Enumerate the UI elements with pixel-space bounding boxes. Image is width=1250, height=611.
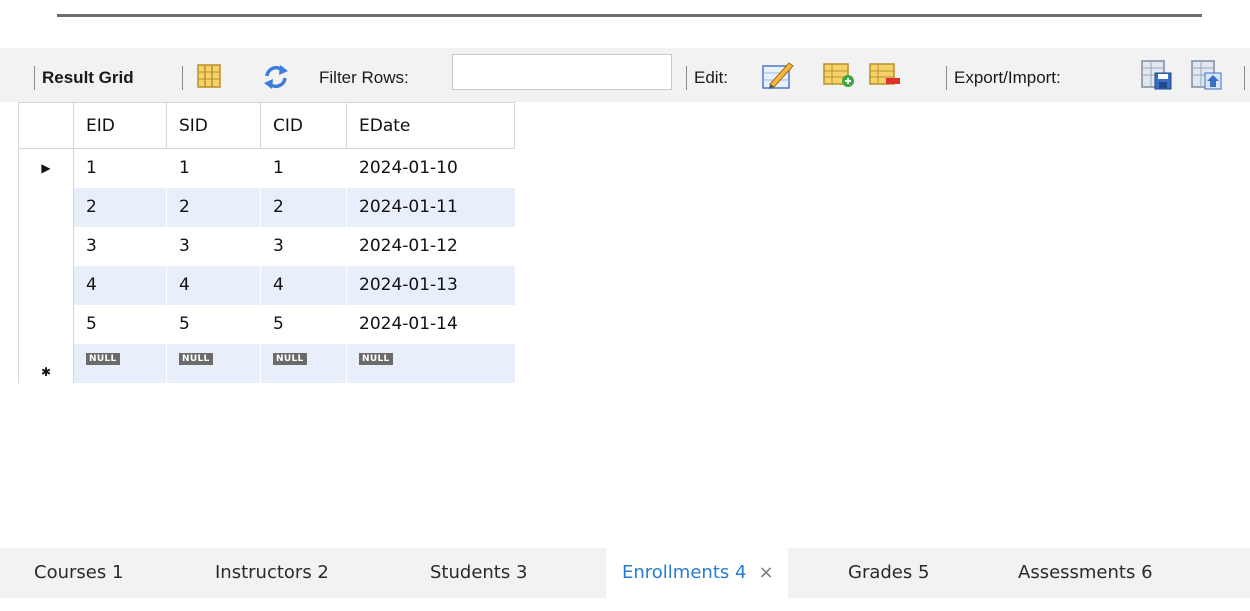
cell-eid[interactable]: 2 (73, 187, 167, 227)
result-tab-bar: Courses 1 Instructors 2 Students 3 Enrol… (0, 548, 1250, 598)
null-badge: NULL (273, 352, 307, 365)
import-icon[interactable] (1190, 58, 1224, 92)
cell-sid[interactable]: 2 (166, 187, 261, 227)
export-import-label: Export/Import: (954, 68, 1061, 87)
export-icon[interactable] (1140, 58, 1174, 92)
new-row[interactable]: ✱ NULL NULL NULL NULL (18, 343, 515, 383)
column-header-eid[interactable]: EID (73, 102, 167, 149)
new-row-asterisk-icon[interactable]: ✱ (18, 343, 74, 383)
top-strip (0, 0, 1250, 48)
toolbar-separator (34, 66, 35, 90)
close-icon[interactable]: × (758, 562, 773, 583)
cell-edate[interactable]: NULL (346, 343, 515, 383)
null-badge: NULL (179, 352, 213, 365)
toolbar-separator (686, 66, 687, 90)
filter-rows-input[interactable] (452, 54, 672, 90)
cell-eid[interactable]: 5 (73, 304, 167, 344)
cell-edate[interactable]: 2024-01-11 (346, 187, 515, 227)
null-badge: NULL (86, 352, 120, 365)
cell-eid[interactable]: 4 (73, 265, 167, 305)
toolbar-separator (1244, 66, 1245, 90)
cell-edate[interactable]: 2024-01-13 (346, 265, 515, 305)
row-selector[interactable] (18, 226, 74, 266)
tab-label: Assessments 6 (1018, 562, 1153, 583)
tab-label: Courses 1 (34, 562, 124, 583)
table-row[interactable]: 3 3 3 2024-01-12 (18, 226, 515, 266)
grid-layout-icon[interactable] (195, 62, 223, 90)
tab-grades[interactable]: Grades 5 (848, 548, 929, 598)
tab-students[interactable]: Students 3 (430, 548, 527, 598)
cell-sid[interactable]: NULL (166, 343, 261, 383)
row-selector[interactable] (18, 304, 74, 344)
column-header-cid[interactable]: CID (260, 102, 347, 149)
tab-label: Enrollments 4 (622, 562, 747, 583)
cell-cid[interactable]: 4 (260, 265, 347, 305)
result-toolbar: Result Grid Filter Rows: Edit: Export/Im… (0, 48, 1250, 102)
cell-sid[interactable]: 4 (166, 265, 261, 305)
filter-rows-label: Filter Rows: (319, 68, 409, 87)
row-selector[interactable] (18, 187, 74, 227)
current-row-arrow-icon[interactable]: ▶ (18, 148, 74, 188)
cell-cid[interactable]: 3 (260, 226, 347, 266)
table-row[interactable]: 4 4 4 2024-01-13 (18, 265, 515, 305)
add-row-icon[interactable] (822, 60, 856, 90)
tab-label: Students 3 (430, 562, 528, 583)
result-grid: EID SID CID EDate ▶ 1 1 1 2024-01-10 2 2… (18, 102, 515, 383)
tab-enrollments[interactable]: Enrollments 4 × (606, 548, 788, 598)
refresh-icon[interactable] (262, 64, 290, 90)
cell-edate[interactable]: 2024-01-14 (346, 304, 515, 344)
row-header-corner[interactable] (18, 102, 74, 149)
column-header-sid[interactable]: SID (166, 102, 261, 149)
toolbar-separator (182, 66, 183, 90)
cell-eid[interactable]: 1 (73, 148, 167, 188)
result-grid-label[interactable]: Result Grid (42, 68, 134, 88)
toolbar-separator (946, 66, 947, 90)
cell-eid[interactable]: 3 (73, 226, 167, 266)
header-row: EID SID CID EDate (18, 102, 515, 149)
edit-pencil-icon[interactable] (760, 58, 796, 92)
table-row[interactable]: ▶ 1 1 1 2024-01-10 (18, 148, 515, 188)
cell-sid[interactable]: 1 (166, 148, 261, 188)
cell-cid[interactable]: 1 (260, 148, 347, 188)
cell-cid[interactable]: 5 (260, 304, 347, 344)
tab-instructors[interactable]: Instructors 2 (215, 548, 329, 598)
column-header-edate[interactable]: EDate (346, 102, 515, 149)
null-badge: NULL (359, 352, 393, 365)
cell-cid[interactable]: 2 (260, 187, 347, 227)
splitter-bar[interactable] (57, 14, 1202, 17)
cell-edate[interactable]: 2024-01-12 (346, 226, 515, 266)
row-selector[interactable] (18, 265, 74, 305)
tab-label: Instructors 2 (215, 562, 329, 583)
tab-courses[interactable]: Courses 1 (34, 548, 123, 598)
cell-edate[interactable]: 2024-01-10 (346, 148, 515, 188)
cell-sid[interactable]: 3 (166, 226, 261, 266)
edit-label: Edit: (694, 68, 729, 87)
table-row[interactable]: 5 5 5 2024-01-14 (18, 304, 515, 344)
tab-label: Grades 5 (848, 562, 930, 583)
cell-cid[interactable]: NULL (260, 343, 347, 383)
cell-sid[interactable]: 5 (166, 304, 261, 344)
result-table: EID SID CID EDate ▶ 1 1 1 2024-01-10 2 2… (18, 102, 515, 383)
table-row[interactable]: 2 2 2 2024-01-11 (18, 187, 515, 227)
bottom-strip (0, 598, 1250, 611)
cell-eid[interactable]: NULL (73, 343, 167, 383)
delete-row-icon[interactable] (868, 60, 902, 90)
tab-assessments[interactable]: Assessments 6 (1018, 548, 1153, 598)
